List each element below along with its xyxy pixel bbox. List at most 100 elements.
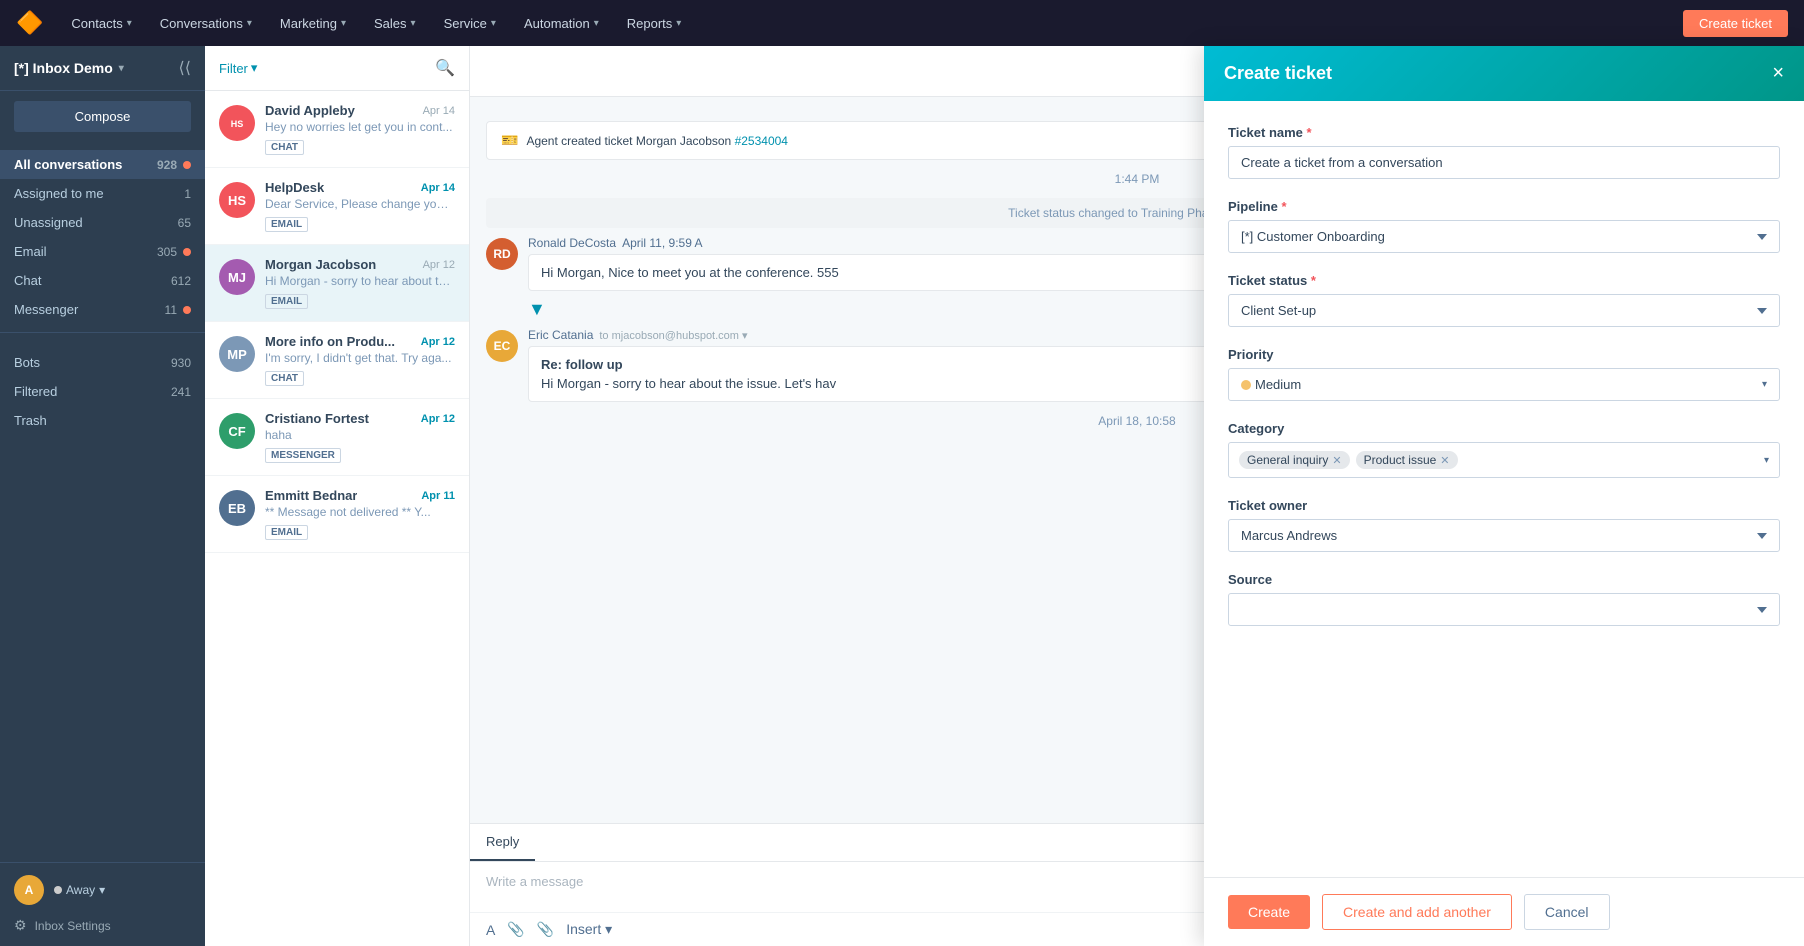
priority-field: Priority Medium ▾ <box>1228 347 1780 401</box>
recipient: to mjacobson@hubspot.com ▾ <box>599 329 747 342</box>
pipeline-select[interactable]: [*] Customer Onboarding <box>1228 220 1780 253</box>
chevron-down-icon: ▾ <box>119 63 124 74</box>
chevron-down-icon: ▾ <box>247 18 252 29</box>
avatar: HS <box>219 105 255 141</box>
category-tag: Product issue ✕ <box>1356 451 1458 469</box>
category-tag: General inquiry ✕ <box>1239 451 1350 469</box>
status-dot <box>54 886 62 894</box>
category-remove-button[interactable]: ✕ <box>1332 454 1341 467</box>
gear-icon: ⚙ <box>14 917 27 934</box>
inbox-settings-link[interactable]: ⚙ Inbox Settings <box>0 917 205 946</box>
nav-contacts[interactable]: Contacts ▾ <box>59 0 143 46</box>
text-format-button[interactable]: A <box>486 922 495 938</box>
chevron-down-icon: ▾ <box>676 18 681 29</box>
priority-select[interactable]: Medium ▾ <box>1228 368 1780 401</box>
list-item[interactable]: HS David Appleby Apr 14 Hey no worries l… <box>205 91 469 168</box>
sidebar-item-trash[interactable]: Trash <box>0 406 205 435</box>
sender-name: Ronald DeCosta <box>528 236 616 250</box>
nav-reports[interactable]: Reports ▾ <box>615 0 694 46</box>
priority-label: Priority <box>1228 347 1780 362</box>
avatar: MP <box>219 336 255 372</box>
modal-body: Ticket name * Pipeline * [*] Customer On… <box>1204 101 1804 877</box>
avatar: EC <box>486 330 518 362</box>
category-remove-button[interactable]: ✕ <box>1440 454 1449 467</box>
sidebar-header: [*] Inbox Demo ▾ ⟨⟨ <box>0 46 205 91</box>
chevron-down-icon: ▾ <box>411 18 416 29</box>
source-label: Source <box>1228 572 1780 587</box>
modal-title: Create ticket <box>1224 63 1332 84</box>
unread-dot <box>183 248 191 256</box>
sidebar-collapse-button[interactable]: ⟨⟨ <box>179 58 191 78</box>
hubspot-logo[interactable]: 🔶 <box>16 10 43 36</box>
ticket-name-label: Ticket name * <box>1228 125 1780 140</box>
filter-button[interactable]: Filter ▾ <box>219 60 257 76</box>
chevron-down-icon: ▾ <box>99 883 105 897</box>
emoji-button[interactable]: 📎 <box>537 921 554 938</box>
category-select[interactable]: General inquiry ✕ Product issue ✕ ▾ <box>1228 442 1780 478</box>
list-item[interactable]: MJ Morgan Jacobson Apr 12 Hi Morgan - so… <box>205 245 469 322</box>
nav-conversations[interactable]: Conversations ▾ <box>148 0 264 46</box>
list-item[interactable]: MP More info on Produ... Apr 12 I'm sorr… <box>205 322 469 399</box>
attachment-button[interactable]: 📎 <box>507 921 524 938</box>
create-ticket-modal: Create ticket × Ticket name * Pipeline *… <box>1204 46 1804 946</box>
ticket-name-input[interactable] <box>1228 146 1780 179</box>
user-status[interactable]: Away ▾ <box>54 883 105 897</box>
modal-footer: Create Create and add another Cancel <box>1204 877 1804 946</box>
ticket-status-field: Ticket status * Client Set-up <box>1228 273 1780 327</box>
nav-automation[interactable]: Automation ▾ <box>512 0 611 46</box>
category-label: Category <box>1228 421 1780 436</box>
conversations-list: Filter ▾ 🔍 HS David Appleby Apr 14 Hey n… <box>205 46 470 946</box>
nav-create-ticket-button[interactable]: Create ticket <box>1683 10 1788 37</box>
nav-marketing[interactable]: Marketing ▾ <box>268 0 358 46</box>
unread-dot <box>183 306 191 314</box>
source-field: Source <box>1228 572 1780 626</box>
sidebar-item-unassigned[interactable]: Unassigned 65 <box>0 208 205 237</box>
source-select[interactable] <box>1228 593 1780 626</box>
sidebar-item-all-conversations[interactable]: All conversations 928 <box>0 150 205 179</box>
modal-close-button[interactable]: × <box>1772 62 1784 85</box>
sidebar-nav: All conversations 928 Assigned to me 1 U… <box>0 142 205 862</box>
sidebar-item-chat[interactable]: Chat 612 <box>0 266 205 295</box>
list-item[interactable]: EB Emmitt Bednar Apr 11 ** Message not d… <box>205 476 469 553</box>
cancel-button[interactable]: Cancel <box>1524 894 1610 930</box>
tab-reply[interactable]: Reply <box>470 824 535 861</box>
expand-button[interactable]: ▼ <box>528 299 546 320</box>
top-nav: 🔶 Contacts ▾ Conversations ▾ Marketing ▾… <box>0 0 1804 46</box>
ticket-link[interactable]: #2534004 <box>735 134 788 148</box>
nav-sales[interactable]: Sales ▾ <box>362 0 428 46</box>
modal-header: Create ticket × <box>1204 46 1804 101</box>
sidebar-item-bots[interactable]: Bots 930 <box>0 348 205 377</box>
ticket-status-select[interactable]: Client Set-up <box>1228 294 1780 327</box>
chevron-down-icon: ▾ <box>1764 455 1769 466</box>
chevron-down-icon: ▾ <box>1762 379 1767 390</box>
ticket-owner-select[interactable]: Marcus Andrews <box>1228 519 1780 552</box>
sidebar: [*] Inbox Demo ▾ ⟨⟨ Compose All conversa… <box>0 46 205 946</box>
ticket-icon: 🎫 <box>501 132 518 149</box>
create-and-add-another-button[interactable]: Create and add another <box>1322 894 1512 930</box>
search-button[interactable]: 🔍 <box>435 58 455 78</box>
chevron-down-icon: ▾ <box>742 330 748 342</box>
message-time: April 11, 9:59 A <box>622 236 703 250</box>
insert-button[interactable]: Insert ▾ <box>566 921 612 938</box>
compose-button[interactable]: Compose <box>14 101 191 132</box>
user-avatar: A <box>14 875 44 905</box>
sidebar-item-filtered[interactable]: Filtered 241 <box>0 377 205 406</box>
ticket-name-field: Ticket name * <box>1228 125 1780 179</box>
sidebar-item-email[interactable]: Email 305 <box>0 237 205 266</box>
avatar: HS <box>219 182 255 218</box>
sidebar-item-messenger[interactable]: Messenger 11 <box>0 295 205 324</box>
inbox-name[interactable]: [*] Inbox Demo ▾ <box>14 60 124 76</box>
conv-list-header: Filter ▾ 🔍 <box>205 46 469 91</box>
sidebar-item-assigned-to-me[interactable]: Assigned to me 1 <box>0 179 205 208</box>
list-item[interactable]: HS HelpDesk Apr 14 Dear Service, Please … <box>205 168 469 245</box>
avatar: MJ <box>219 259 255 295</box>
avatar: EB <box>219 490 255 526</box>
ticket-status-label: Ticket status * <box>1228 273 1780 288</box>
pipeline-label: Pipeline * <box>1228 199 1780 214</box>
list-item[interactable]: CF Cristiano Fortest Apr 12 haha MESSENG… <box>205 399 469 476</box>
nav-service[interactable]: Service ▾ <box>432 0 508 46</box>
chevron-down-icon: ▾ <box>127 18 132 29</box>
chevron-down-icon: ▾ <box>491 18 496 29</box>
avatar: CF <box>219 413 255 449</box>
create-button[interactable]: Create <box>1228 895 1310 929</box>
